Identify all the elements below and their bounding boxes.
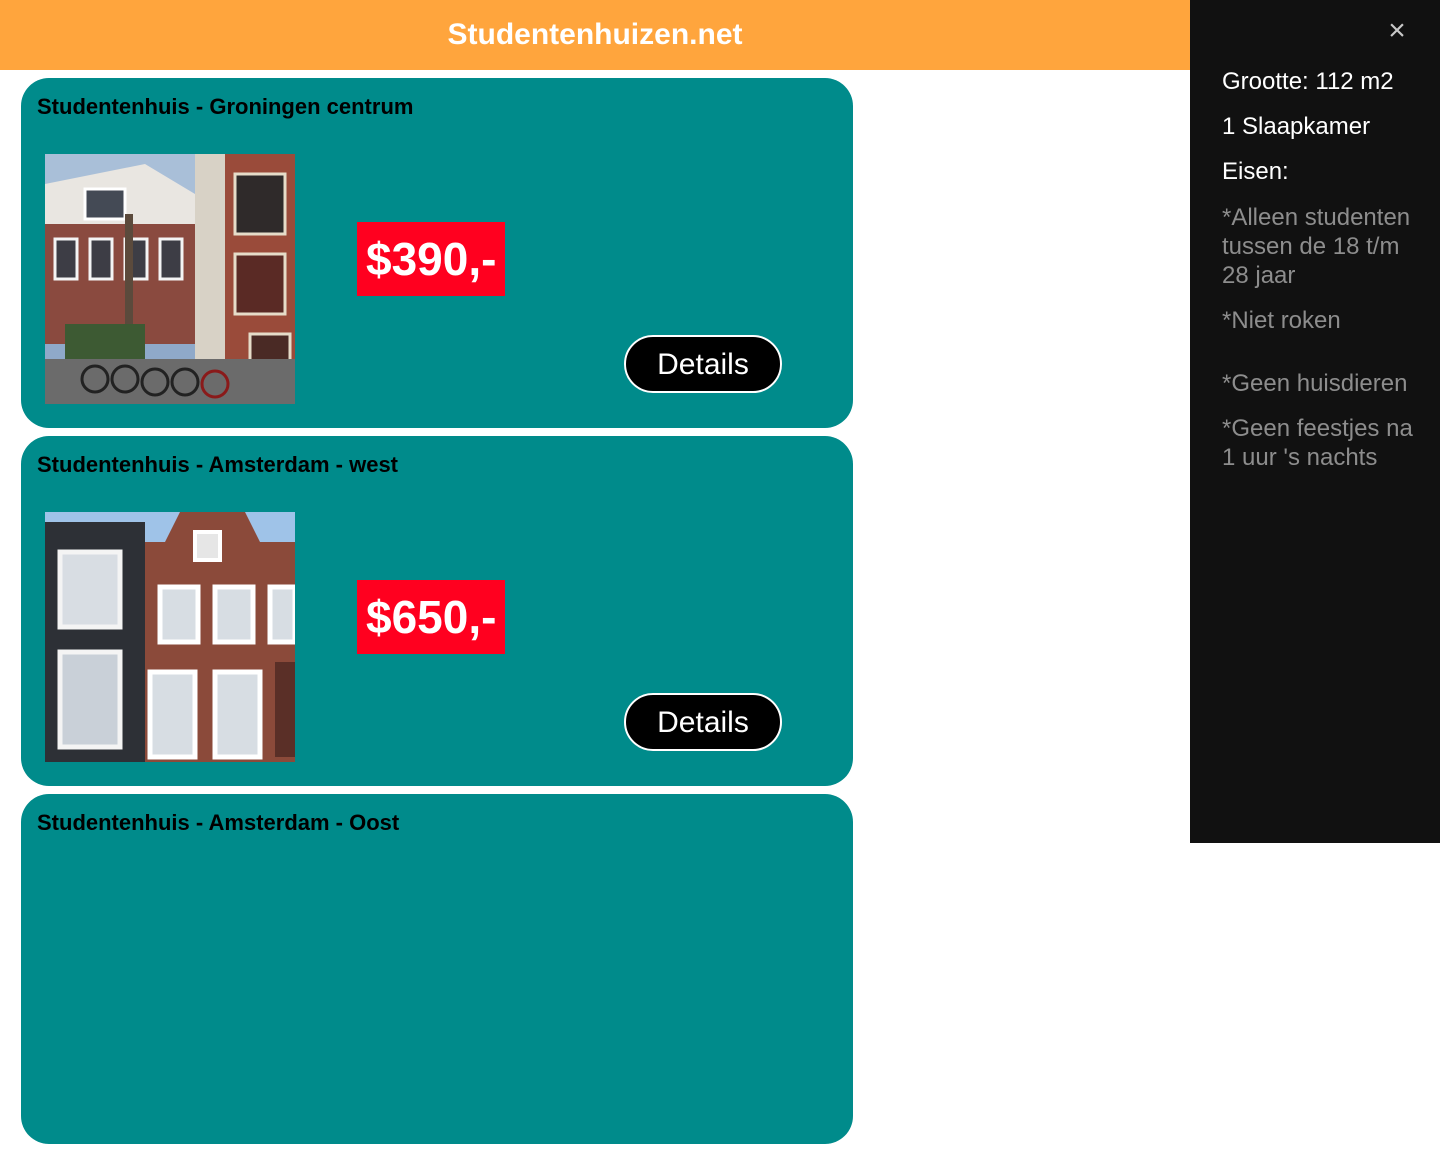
listing-title: Studentenhuis - Groningen centrum bbox=[37, 94, 414, 119]
requirement-item: *Geen feestjes na 1 uur 's nachts bbox=[1222, 415, 1413, 471]
townhouse-image bbox=[45, 154, 295, 404]
listing-title: Studentenhuis - Amsterdam - west bbox=[37, 452, 399, 477]
bedrooms-text: 1 Slaapkamer bbox=[1222, 113, 1371, 140]
listing-card: Studentenhuis - Amsterdam - Oost bbox=[21, 794, 853, 1144]
requirement-item: *Alleen studenten tussen de 18 t/m 28 ja… bbox=[1222, 204, 1411, 289]
listing-card: Studentenhuis - Amsterdam - west $650,- … bbox=[21, 436, 853, 786]
canal-house-photo bbox=[45, 512, 295, 762]
size-text: Grootte: 112 m2 bbox=[1222, 68, 1394, 95]
townhouse-photo bbox=[45, 154, 295, 404]
price-label: $650,- bbox=[357, 580, 506, 654]
listing-card: Studentenhuis - Groningen centrum $390,-… bbox=[21, 78, 853, 428]
price-label: $390,- bbox=[357, 222, 506, 296]
site-header: Studentenhuizen.net bbox=[0, 0, 1190, 70]
site-title[interactable]: Studentenhuizen.net bbox=[448, 18, 743, 52]
requirement-item: *Geen huisdieren bbox=[1222, 370, 1408, 397]
close-icon[interactable]: × bbox=[1384, 16, 1410, 46]
details-button[interactable]: Details bbox=[624, 693, 782, 751]
details-button[interactable]: Details bbox=[624, 335, 782, 393]
listing-title: Studentenhuis - Amsterdam - Oost bbox=[37, 810, 400, 835]
requirement-item: *Niet roken bbox=[1222, 307, 1341, 334]
requirements-heading: Eisen: bbox=[1222, 158, 1289, 185]
canal-house-image bbox=[45, 512, 295, 762]
details-sidepanel: × Grootte: 112 m2 1 Slaapkamer Eisen: *A… bbox=[1190, 0, 1440, 843]
listing-list: Studentenhuis - Groningen centrum $390,-… bbox=[21, 78, 853, 1152]
